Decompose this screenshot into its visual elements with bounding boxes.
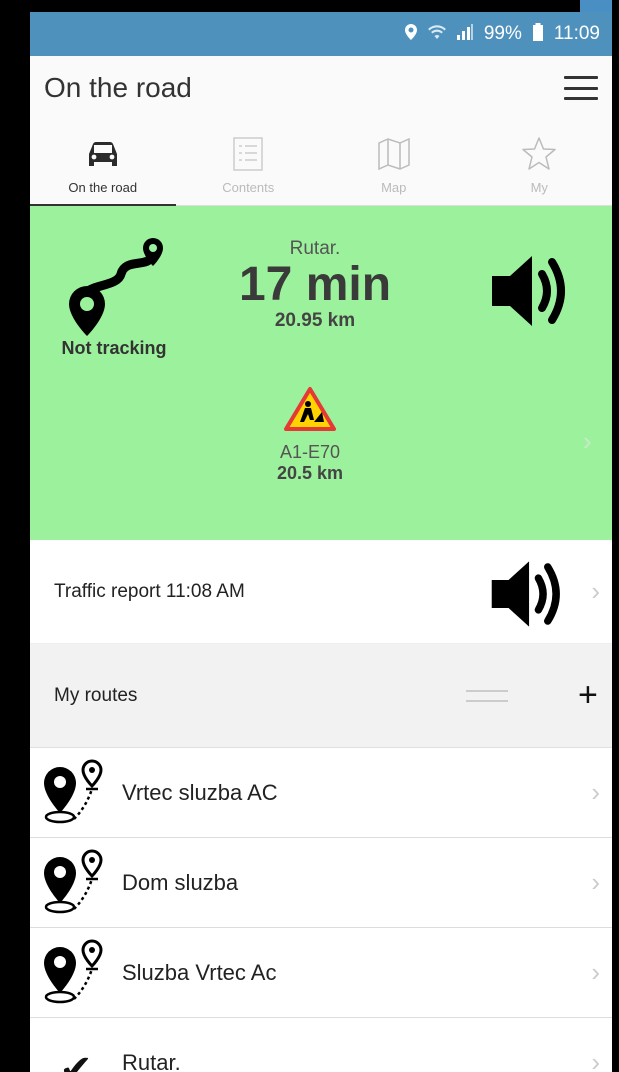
route-distance: 20.95 km [274,310,356,332]
add-route-button[interactable]: + [578,678,598,712]
tab-on-the-road[interactable]: On the road [30,120,176,206]
traffic-incident[interactable]: A1-E70 20.5 km [220,386,400,484]
tab-label: Contents [222,180,275,195]
chevron-right-icon: › [591,957,600,987]
route-item-label: Rutar. [122,1049,181,1072]
incident-distance: 20.5 km [276,463,344,483]
list-icon [233,137,263,171]
trip-status-panel[interactable]: Not tracking Rutar. 17 min 20.95 km A1-E… [30,206,612,540]
chevron-right-icon: › [591,867,600,897]
my-routes-title: My routes [54,684,138,706]
phone-screen: 99% 11:09 On the road On the road Conten… [30,12,612,1072]
device-frame-top [0,0,580,12]
route-name: Rutar. [289,238,341,259]
tab-label: Map [381,180,407,195]
chevron-right-icon[interactable]: › [591,576,600,607]
tracking-route-icon [69,238,163,336]
traffic-report-label: Traffic report 11:08 AM [54,580,245,602]
app-header: On the road [30,56,612,120]
device-frame-right [612,0,619,1072]
roadwork-warning-icon [284,387,336,431]
route-time: 17 min [238,258,392,311]
chevron-right-icon: › [591,1047,600,1072]
star-icon [522,137,556,170]
battery-icon [532,22,544,46]
device-frame-left [0,0,30,1072]
location-pin-icon [404,23,418,46]
tracking-status[interactable]: Not tracking [52,234,176,359]
route-pins-icon [44,848,103,913]
chevron-right-icon: › [591,777,600,807]
tab-label: On the road [68,180,138,195]
tracking-label: Not tracking [61,338,167,358]
checkmark-icon: ✔ [59,1047,93,1072]
clock: 11:09 [553,23,600,44]
reorder-icon[interactable] [466,690,508,702]
tab-contents[interactable]: Contents [176,120,322,205]
route-item[interactable]: Dom sluzba › [30,838,612,928]
route-item-label: Sluzba Vrtec Ac [122,959,277,985]
route-pins-icon [44,938,103,1003]
chevron-right-icon[interactable]: › [583,426,592,457]
speaker-icon[interactable] [488,246,578,336]
route-item[interactable]: Sluzba Vrtec Ac › [30,928,612,1018]
car-icon [88,142,117,166]
active-route-summary[interactable]: Rutar. 17 min 20.95 km [200,238,430,332]
incident-road: A1-E70 [279,442,341,462]
tab-bar: On the road Contents Map My [30,120,612,206]
traffic-report-row[interactable]: Traffic report 11:08 AM › [30,540,612,644]
status-bar: 99% 11:09 [30,12,612,56]
route-item-label: Dom sluzba [122,869,239,895]
battery-percent: 99% [483,23,522,44]
signal-icon [456,23,474,46]
hamburger-menu-icon[interactable] [564,76,598,100]
route-pins-icon [44,758,103,823]
wifi-icon [427,23,446,46]
route-item[interactable]: Vrtec sluzba AC › [30,748,612,838]
map-icon [378,137,410,171]
tab-label: My [530,180,548,195]
tab-my[interactable]: My [467,120,613,205]
tab-map[interactable]: Map [321,120,467,205]
page-title: On the road [44,72,192,103]
my-routes-header: My routes + [30,644,612,748]
speaker-icon[interactable] [488,552,572,636]
route-item-label: Vrtec sluzba AC [122,779,278,805]
route-item[interactable]: ✔ Rutar. › [30,1018,612,1072]
